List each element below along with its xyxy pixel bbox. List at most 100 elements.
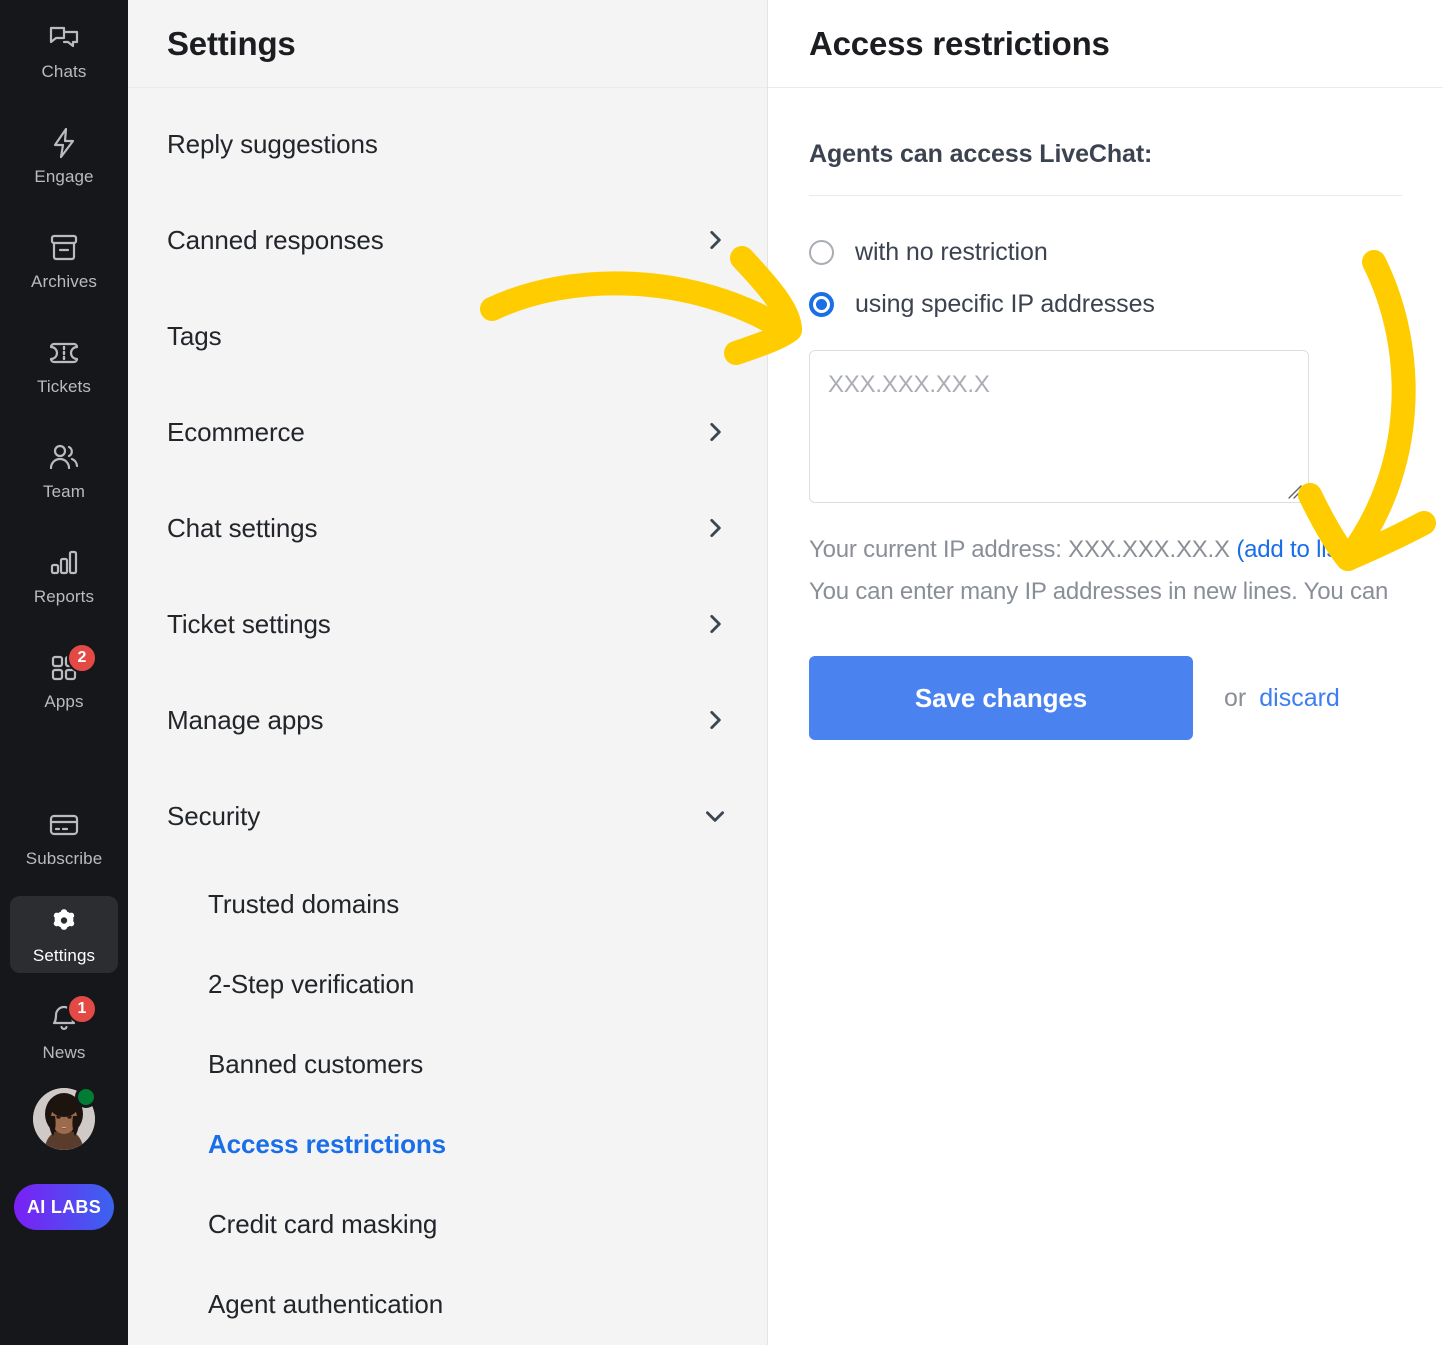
- ip-hint-block: Your current IP address: XXX.XXX.XX.X (a…: [809, 529, 1402, 612]
- chevron-right-icon: [702, 611, 728, 637]
- settings-item-trusted-domains[interactable]: Trusted domains: [128, 864, 767, 944]
- radio-unchecked-icon: [809, 239, 834, 265]
- settings-item-label: Security: [167, 800, 261, 831]
- content-header: Access restrictions: [768, 0, 1443, 88]
- settings-menu-panel: Settings Reply suggestions Canned respon…: [128, 0, 768, 1345]
- rail-item-news[interactable]: 1 News: [10, 993, 118, 1070]
- settings-item-access-restrictions[interactable]: Access restrictions: [128, 1104, 767, 1184]
- settings-item-tags[interactable]: Tags: [128, 288, 767, 384]
- current-ip-line: Your current IP address: XXX.XXX.XX.X (a…: [809, 529, 1402, 571]
- subscribe-icon: [47, 808, 81, 842]
- rail-label: Subscribe: [25, 849, 103, 868]
- news-badge: 1: [67, 994, 97, 1024]
- engage-icon: [47, 126, 81, 160]
- apps-badge: 2: [67, 643, 97, 673]
- ip-address-input[interactable]: [809, 350, 1309, 503]
- settings-item-label: Chat settings: [167, 512, 318, 543]
- ai-labs-button[interactable]: AI LABS: [14, 1184, 114, 1230]
- settings-item-ecommerce[interactable]: Ecommerce: [128, 384, 767, 480]
- chevron-down-icon: [702, 803, 728, 829]
- rail-item-chats[interactable]: Chats: [10, 12, 118, 89]
- livechat-settings-window: Chats Engage Archives Tickets Team Repor…: [0, 0, 1443, 1345]
- settings-item-chat-settings[interactable]: Chat settings: [128, 480, 767, 576]
- presence-indicator: [75, 1086, 97, 1108]
- rail-label: Settings: [32, 946, 96, 965]
- add-to-list-link[interactable]: (add to list): [1236, 536, 1352, 563]
- settings-item-credit-card-masking[interactable]: Credit card masking: [128, 1184, 767, 1264]
- rail-label: Engage: [34, 167, 94, 186]
- settings-item-label: Agent authentication: [208, 1288, 444, 1319]
- form-actions: Save changes or discard: [809, 656, 1402, 741]
- settings-item-label: Trusted domains: [208, 888, 400, 919]
- settings-item-2-step-verification[interactable]: 2-Step verification: [128, 944, 767, 1024]
- or-label: or: [1224, 683, 1247, 712]
- rail-item-apps[interactable]: 2 Apps: [10, 642, 118, 719]
- settings-item-canned-responses[interactable]: Canned responses: [128, 192, 767, 288]
- content-title: Access restrictions: [809, 24, 1110, 62]
- avatar[interactable]: [33, 1086, 97, 1150]
- settings-item-label: Ecommerce: [167, 416, 305, 447]
- bell-icon: 1: [47, 994, 97, 1036]
- reports-icon: [47, 546, 81, 580]
- settings-item-ticket-settings[interactable]: Ticket settings: [128, 576, 767, 672]
- save-changes-button[interactable]: Save changes: [809, 656, 1193, 741]
- access-option-group: with no restriction using specific IP ad…: [809, 226, 1402, 330]
- rail-label: News: [42, 1043, 86, 1062]
- archives-icon: [47, 231, 81, 265]
- settings-item-label: Banned customers: [208, 1048, 424, 1079]
- settings-item-label: Tags: [167, 320, 222, 351]
- settings-item-agent-authentication[interactable]: Agent authentication: [128, 1264, 767, 1344]
- apps-icon: 2: [47, 643, 97, 685]
- rail-label: Tickets: [37, 377, 91, 396]
- rail-label: Team: [43, 482, 85, 501]
- chevron-right-icon: [702, 227, 728, 253]
- primary-nav-rail: Chats Engage Archives Tickets Team Repor…: [0, 0, 128, 1345]
- rail-item-reports[interactable]: Reports: [10, 537, 118, 614]
- rail-item-settings[interactable]: Settings: [10, 896, 118, 973]
- settings-menu-list: Reply suggestions Canned responses Tags …: [128, 88, 767, 1344]
- radio-option-label: with no restriction: [855, 237, 1048, 266]
- content-body: Agents can access LiveChat: with no rest…: [768, 88, 1443, 741]
- settings-item-security[interactable]: Security: [128, 768, 767, 864]
- settings-item-manage-apps[interactable]: Manage apps: [128, 672, 767, 768]
- gear-icon: [47, 905, 81, 939]
- settings-item-label: Canned responses: [167, 224, 384, 255]
- rail-label: Archives: [31, 272, 97, 291]
- settings-header: Settings: [128, 0, 767, 88]
- rail-label: Chats: [41, 62, 87, 81]
- settings-item-label: Reply suggestions: [167, 128, 378, 159]
- helper-text: You can enter many IP addresses in new l…: [809, 577, 1389, 605]
- team-icon: [47, 441, 81, 475]
- settings-item-label: 2-Step verification: [208, 968, 415, 999]
- radio-option-label: using specific IP addresses: [855, 289, 1155, 318]
- rail-item-archives[interactable]: Archives: [10, 222, 118, 299]
- settings-item-reply-suggestions[interactable]: Reply suggestions: [128, 96, 767, 192]
- chevron-right-icon: [702, 707, 728, 733]
- settings-item-label: Access restrictions: [208, 1128, 447, 1159]
- discard-link[interactable]: discard: [1259, 684, 1340, 713]
- rail-label: Apps: [44, 692, 84, 711]
- settings-item-label: Credit card masking: [208, 1208, 438, 1239]
- settings-item-banned-customers[interactable]: Banned customers: [128, 1024, 767, 1104]
- rail-label: Reports: [33, 587, 95, 606]
- rail-item-team[interactable]: Team: [10, 432, 118, 509]
- rail-item-engage[interactable]: Engage: [10, 117, 118, 194]
- current-ip-label: Your current IP address:: [809, 536, 1062, 563]
- radio-option-no-restriction[interactable]: with no restriction: [809, 226, 1402, 278]
- chevron-right-icon: [702, 515, 728, 541]
- chevron-right-icon: [702, 419, 728, 445]
- tickets-icon: [47, 336, 81, 370]
- current-ip-value: XXX.XXX.XX.X: [1068, 536, 1230, 563]
- section-heading: Agents can access LiveChat:: [809, 140, 1402, 196]
- access-restrictions-panel: Access restrictions Agents can access Li…: [768, 0, 1443, 1345]
- rail-item-tickets[interactable]: Tickets: [10, 327, 118, 404]
- rail-item-subscribe[interactable]: Subscribe: [10, 799, 118, 876]
- radio-dot: [816, 298, 827, 310]
- radio-checked-icon: [809, 291, 834, 317]
- radio-option-specific-ip[interactable]: using specific IP addresses: [809, 278, 1402, 330]
- page-title: Settings: [167, 24, 296, 62]
- ip-address-field-wrapper: [809, 350, 1309, 508]
- settings-item-label: Ticket settings: [167, 608, 331, 639]
- chats-icon: [47, 21, 81, 55]
- settings-item-label: Manage apps: [167, 704, 324, 735]
